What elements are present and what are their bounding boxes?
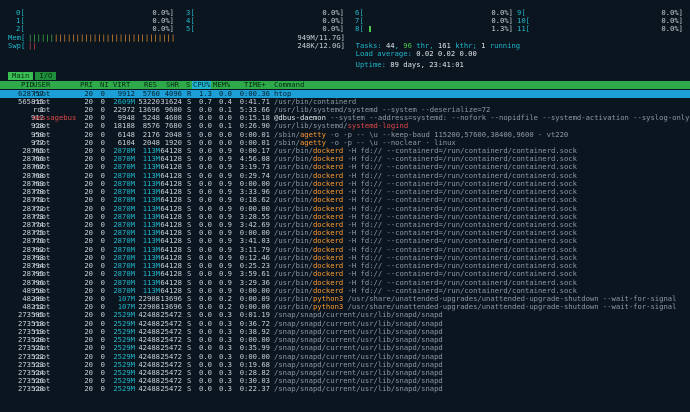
cpu-meter-5: 5[ 0.0%] [178,24,344,33]
col-cpu[interactable]: CPU% [192,80,212,90]
cpu-meter-7: 7[0.0%] [347,16,513,25]
col-state[interactable]: S [186,80,190,89]
mem-meter: Mem[ |||||||||||||||||||||||||||||||||| … [8,33,345,42]
cpu-meter-4: 4[0.0%] [178,16,344,25]
cpu-meter-0: 0[0.0%] [8,8,174,17]
cpu-meter-6: 6[0.0%] [347,8,513,17]
cell-s: S [187,384,192,394]
col-shr[interactable]: SHR [166,80,179,89]
tab-main[interactable]: Main [8,71,34,81]
cell-pri: 20 [84,384,93,394]
cpu-meter-1: 1[0.0%] [8,16,174,25]
column-header: PID USER PRI NI VIRT RES SHR S CPU% MEM%… [0,80,690,90]
cell-virt: 2529M [113,384,135,394]
mem-bar-fill: |||||||||||||||||||||||||||||||||| [28,33,176,42]
cpu-meter-2: 2[ 0.0%] [8,24,174,33]
cell-time: 0:22.37 [239,384,270,394]
uptime-value: 89 days, 23:41:01 [390,60,464,70]
running-label: running [485,41,521,51]
cell-command: /snap/snapd/current/usr/lib/snapd/snapd [274,384,443,394]
swap-value: 248K/12.0G] [297,41,345,50]
cpu-meter-8: 8[ 1.3%] [347,24,513,33]
cpu-meter-9: 9[0.0%] [517,8,683,17]
cell-shr: 25472 [160,384,182,394]
col-ni[interactable]: NI [100,80,109,89]
cpu-meter-label: 11[ [517,24,530,33]
cell-ni: 0 [100,384,105,394]
cell-res: 42488 [138,384,160,394]
cpu-meter-value: 0.0%] [661,24,683,33]
cell-user: root [33,384,51,394]
swap-meter: Swp[ || 248K/12.0G] [8,41,345,50]
tab-bar: Main I/O [8,71,58,81]
col-res[interactable]: RES [144,80,157,89]
cpu-meter-fill [369,26,371,32]
cpu-meter-11: 11[ 0.0%] [517,24,683,33]
col-mem[interactable]: MEM% [213,80,230,89]
swap-label: Swp[ [8,41,26,50]
tab-io[interactable]: I/O [35,71,57,81]
col-user[interactable]: USER [33,80,50,89]
cpu-meter-value: 0.0%] [152,24,174,33]
cpu-meter-value: 0.0%] [322,24,344,33]
col-virt[interactable]: VIRT [113,80,130,89]
table-row[interactable]: 273528 root 20 0 2529M 42488 25472 S 0.0 0.3 0:22.… [0,385,690,393]
cpu-meter-label: 8[ [355,24,364,33]
uptime: Uptime: 89 days, 23:41:01 [347,53,464,69]
cpu-meter-label: 5[ [186,24,195,33]
cpu-meter-value: 1.3%] [491,24,513,33]
cpu-meter-10: 10[0.0%] [517,16,683,25]
col-time[interactable]: TIME+ [244,80,266,89]
swap-bar-fill: || [28,41,37,50]
cell-cpu: 0.0 [199,384,212,394]
cell-mem: 0.3 [219,384,232,394]
col-pri[interactable]: PRI [80,80,93,89]
cpu-meter-3: 3[0.0%] [178,8,344,17]
uptime-label: Uptime: [355,60,391,70]
cpu-meter-label: 2[ [16,24,25,33]
